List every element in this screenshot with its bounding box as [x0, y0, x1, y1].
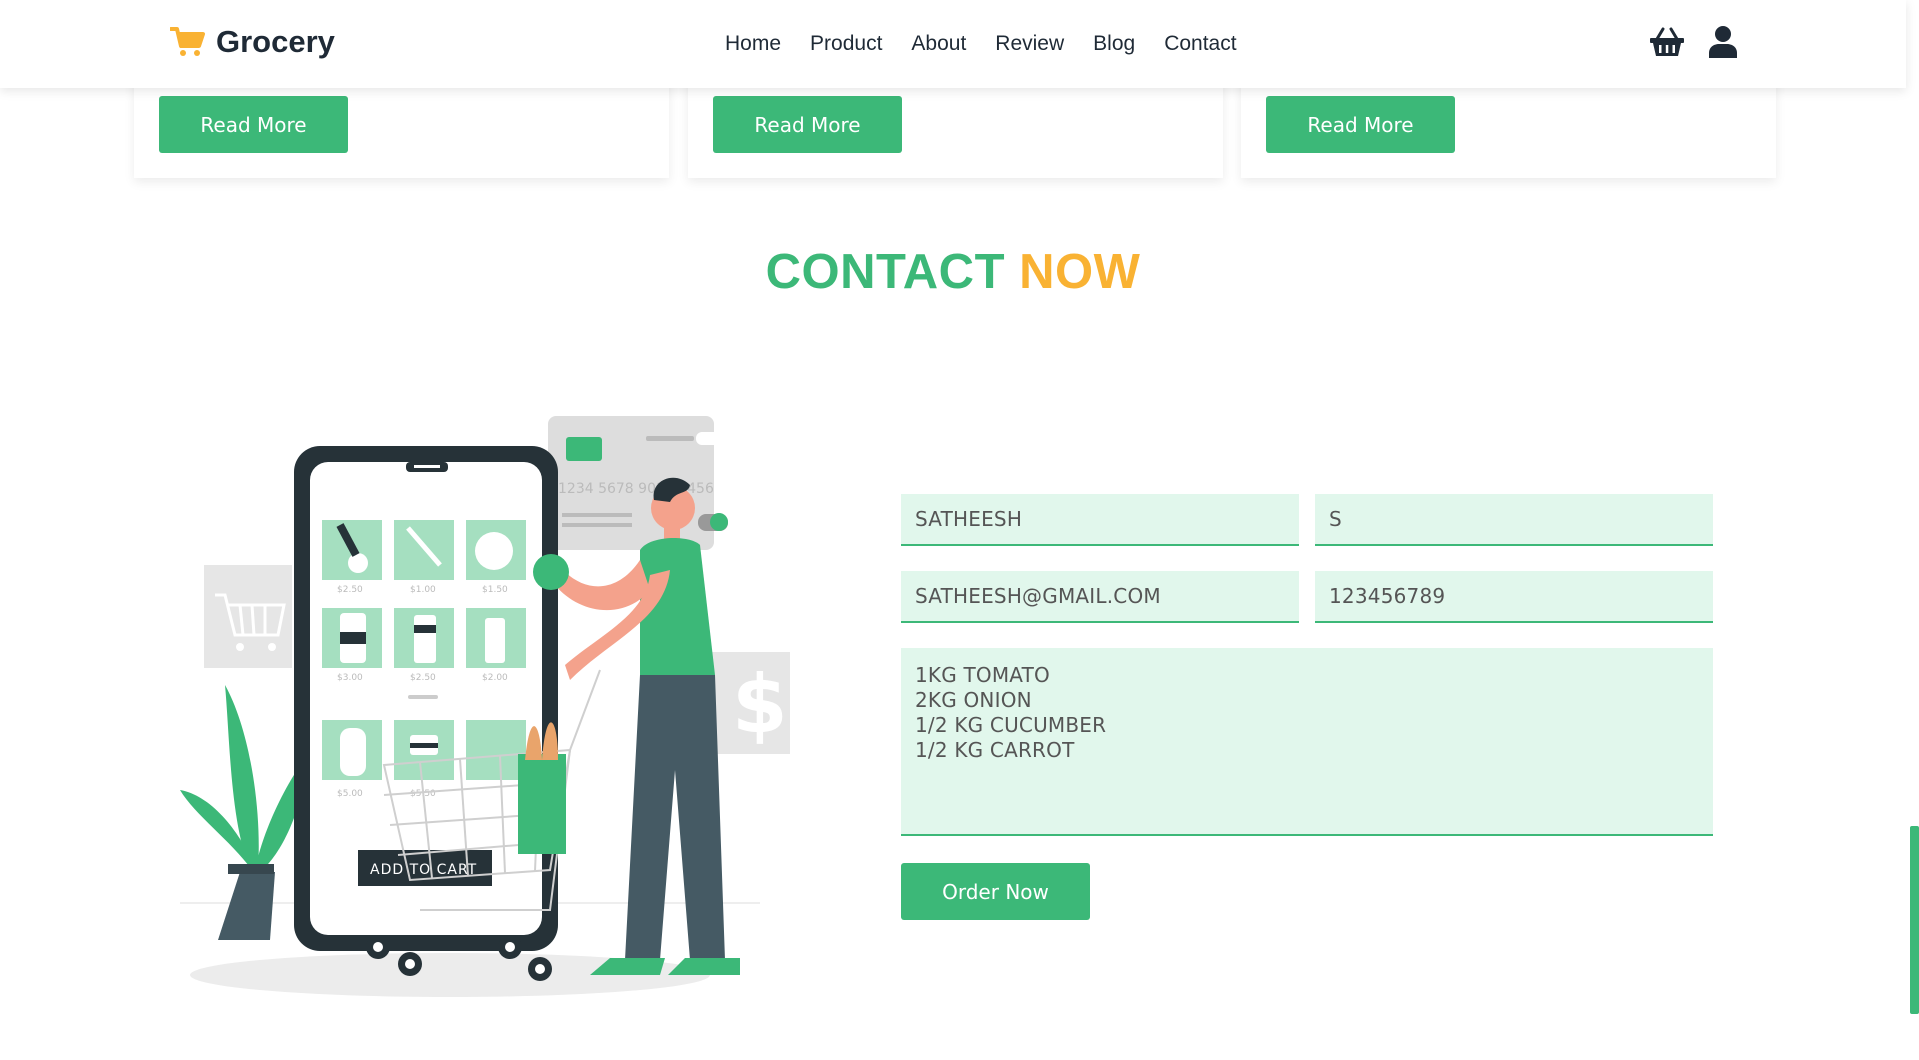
main-nav: Home Product About Review Blog Contact — [725, 32, 1237, 56]
svg-text:$: $ — [732, 658, 788, 751]
price-label: $5.00 — [337, 789, 363, 799]
price-label: $2.50 — [410, 673, 436, 683]
price-label: $3.00 — [337, 673, 363, 683]
card-number: 1234 5678 9012 3456 — [558, 481, 714, 497]
blog-card: Read More — [134, 75, 669, 178]
first-name-field[interactable]: SATHEESH — [901, 494, 1299, 546]
nav-home[interactable]: Home — [725, 32, 781, 56]
title-now: NOW — [1019, 245, 1141, 299]
cart-logo-icon — [170, 26, 206, 58]
title-contact: CONTACT — [765, 245, 1005, 299]
shopping-basket-icon[interactable] — [1649, 27, 1685, 62]
message-textarea[interactable]: 1KG TOMATO 2KG ONION 1/2 KG CUCUMBER 1/2… — [901, 648, 1713, 836]
nav-blog[interactable]: Blog — [1093, 32, 1135, 56]
nav-about[interactable]: About — [911, 32, 966, 56]
blog-card: Read More — [688, 75, 1223, 178]
price-label: $2.00 — [482, 673, 508, 683]
price-label: $1.00 — [410, 585, 436, 595]
read-more-button[interactable]: Read More — [713, 96, 902, 153]
user-icon[interactable] — [1709, 26, 1737, 63]
scrollbar-thumb[interactable] — [1910, 826, 1919, 1014]
nav-review[interactable]: Review — [995, 32, 1064, 56]
price-label: $1.50 — [482, 585, 508, 595]
nav-contact[interactable]: Contact — [1164, 32, 1236, 56]
logo[interactable]: Grocery — [170, 24, 335, 60]
blog-card: Read More — [1241, 75, 1776, 178]
section-title: CONTACT NOW — [0, 244, 1906, 300]
header: Grocery Home Product About Review Blog C… — [0, 0, 1906, 88]
read-more-button[interactable]: Read More — [1266, 96, 1455, 153]
email-field[interactable]: SATHEESH@GMAIL.COM — [901, 571, 1299, 623]
last-name-field[interactable]: S — [1315, 494, 1713, 546]
nav-product[interactable]: Product — [810, 32, 882, 56]
shopping-illustration: $ 1234 5678 9012 3456 $2.50 $1.00 $1.50 … — [170, 410, 795, 1010]
read-more-button[interactable]: Read More — [159, 96, 348, 153]
price-label: $2.50 — [337, 585, 363, 595]
phone-field[interactable]: 123456789 — [1315, 571, 1713, 623]
logo-text: Grocery — [216, 24, 335, 59]
order-now-button[interactable]: Order Now — [901, 863, 1090, 920]
header-icons — [1649, 26, 1737, 63]
